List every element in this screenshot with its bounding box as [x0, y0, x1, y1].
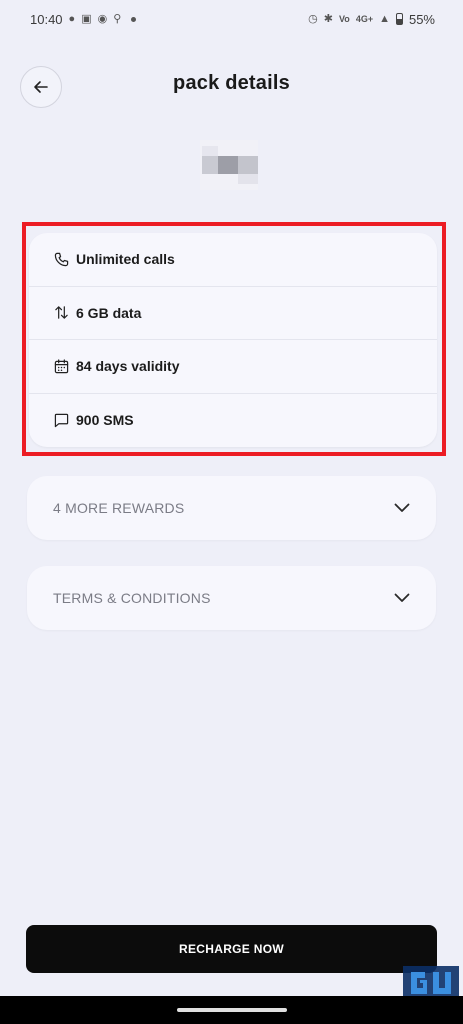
data-transfer-icon [53, 304, 70, 321]
rewards-label: 4 MORE REWARDS [53, 500, 185, 516]
more-notifications-icon [131, 16, 137, 22]
terms-accordion[interactable]: TERMS & CONDITIONS [27, 566, 436, 630]
benefit-row-sms: 900 SMS [29, 394, 437, 448]
chat-icon: ● [68, 12, 76, 25]
benefit-label: 6 GB data [76, 304, 142, 321]
rewards-accordion[interactable]: 4 MORE REWARDS [27, 476, 436, 540]
status-left: 10:40 ● ▣ ◉ ⚲ [30, 11, 137, 27]
message-icon [53, 412, 70, 429]
location-icon: ⚲ [113, 12, 122, 25]
status-bar: 10:40 ● ▣ ◉ ⚲ ◷ ✱ Vo 4G+ ▲ 55% [0, 0, 463, 38]
battery-icon [395, 13, 403, 25]
home-gesture-handle[interactable] [176, 1008, 287, 1012]
messenger-icon: ◉ [97, 12, 108, 25]
calendar-icon [53, 358, 70, 375]
phone-icon [53, 251, 70, 268]
volte-icon: Vo [338, 14, 350, 24]
status-right: ◷ ✱ Vo 4G+ ▲ 55% [308, 12, 435, 27]
battery-level: 55% [408, 11, 435, 27]
benefit-row-validity: 84 days validity [29, 340, 437, 394]
bluetooth-icon: ✱ [323, 12, 333, 25]
alarm-icon: ◷ [308, 12, 318, 25]
chevron-down-icon [394, 593, 410, 603]
benefit-label: Unlimited calls [76, 251, 175, 268]
benefit-row-data: 6 GB data [29, 287, 437, 340]
signal-icon: ▲ [379, 12, 390, 25]
benefit-row-calls: Unlimited calls [29, 233, 437, 287]
operator-logo [200, 140, 258, 190]
benefit-label: 900 SMS [76, 412, 134, 429]
network-type: 4G+ [355, 14, 374, 24]
terms-label: TERMS & CONDITIONS [53, 590, 211, 606]
benefit-label: 84 days validity [76, 358, 180, 375]
benefits-card: Unlimited calls 6 GB data 84 days validi… [29, 233, 437, 447]
instagram-icon: ▣ [81, 12, 92, 25]
navigation-bar [0, 996, 463, 1024]
chevron-down-icon [394, 503, 410, 513]
page-title: pack details [173, 72, 290, 94]
recharge-now-button[interactable]: RECHARGE NOW [26, 925, 437, 973]
status-time: 10:40 [30, 11, 63, 27]
watermark-logo [403, 966, 459, 1000]
